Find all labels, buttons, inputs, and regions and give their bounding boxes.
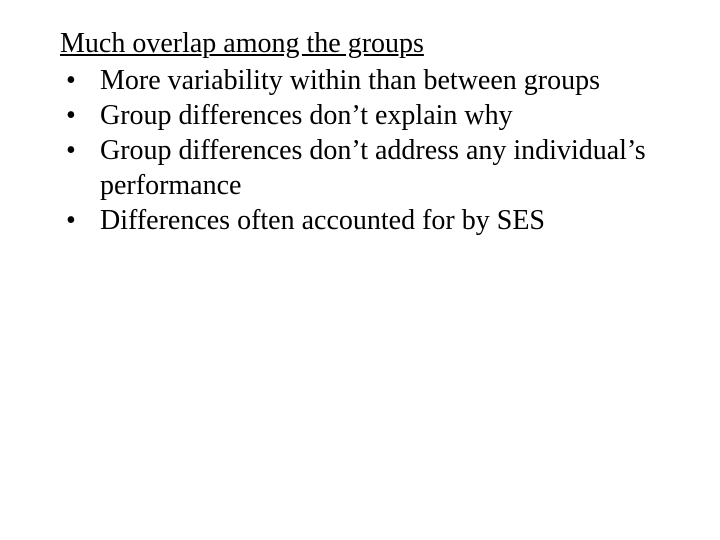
- bullet-icon: •: [66, 98, 76, 133]
- list-item-text: Group differences don’t explain why: [100, 100, 513, 131]
- bullet-icon: •: [66, 203, 76, 238]
- bullet-list: • More variability within than between g…: [60, 63, 660, 238]
- list-item-text: Group differences don’t address any indi…: [100, 135, 646, 201]
- bullet-icon: •: [66, 133, 76, 168]
- bullet-icon: •: [66, 63, 76, 98]
- list-item-text: More variability within than between gro…: [100, 65, 600, 96]
- list-item: • Differences often accounted for by SES: [60, 203, 660, 238]
- list-item: • More variability within than between g…: [60, 63, 660, 98]
- list-item: • Group differences don’t address any in…: [60, 133, 660, 203]
- slide-heading: Much overlap among the groups: [60, 26, 660, 61]
- list-item-text: Differences often accounted for by SES: [100, 205, 545, 236]
- list-item: • Group differences don’t explain why: [60, 98, 660, 133]
